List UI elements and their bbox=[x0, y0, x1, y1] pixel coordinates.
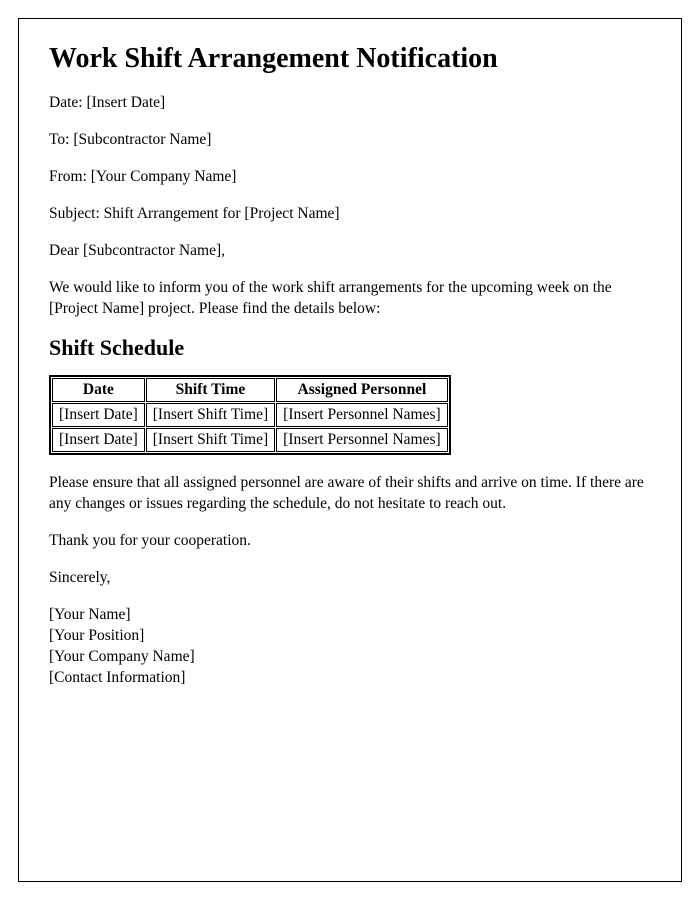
cell-date: [Insert Date] bbox=[52, 403, 145, 427]
intro-paragraph: We would like to inform you of the work … bbox=[49, 278, 651, 320]
shift-schedule-table: Date Shift Time Assigned Personnel [Inse… bbox=[49, 375, 451, 455]
date-line: Date: [Insert Date] bbox=[49, 93, 651, 114]
signature-name: [Your Name] bbox=[49, 605, 651, 626]
from-line: From: [Your Company Name] bbox=[49, 167, 651, 188]
table-row: [Insert Date] [Insert Shift Time] [Inser… bbox=[52, 403, 448, 427]
schedule-heading: Shift Schedule bbox=[49, 335, 651, 361]
salutation: Dear [Subcontractor Name], bbox=[49, 241, 651, 262]
signature-block: [Your Name] [Your Position] [Your Compan… bbox=[49, 605, 651, 689]
cell-personnel: [Insert Personnel Names] bbox=[276, 428, 448, 452]
notice-paragraph: Please ensure that all assigned personne… bbox=[49, 473, 651, 515]
signature-position: [Your Position] bbox=[49, 626, 651, 647]
closing: Sincerely, bbox=[49, 568, 651, 589]
header-shift-time: Shift Time bbox=[146, 378, 275, 402]
table-header-row: Date Shift Time Assigned Personnel bbox=[52, 378, 448, 402]
to-line: To: [Subcontractor Name] bbox=[49, 130, 651, 151]
table-row: [Insert Date] [Insert Shift Time] [Inser… bbox=[52, 428, 448, 452]
header-personnel: Assigned Personnel bbox=[276, 378, 448, 402]
signature-contact: [Contact Information] bbox=[49, 668, 651, 689]
header-date: Date bbox=[52, 378, 145, 402]
cell-shift-time: [Insert Shift Time] bbox=[146, 403, 275, 427]
cell-personnel: [Insert Personnel Names] bbox=[276, 403, 448, 427]
document-page: Work Shift Arrangement Notification Date… bbox=[18, 18, 682, 882]
cell-date: [Insert Date] bbox=[52, 428, 145, 452]
thanks-paragraph: Thank you for your cooperation. bbox=[49, 531, 651, 552]
signature-company: [Your Company Name] bbox=[49, 647, 651, 668]
page-title: Work Shift Arrangement Notification bbox=[49, 43, 651, 75]
subject-line: Subject: Shift Arrangement for [Project … bbox=[49, 204, 651, 225]
cell-shift-time: [Insert Shift Time] bbox=[146, 428, 275, 452]
